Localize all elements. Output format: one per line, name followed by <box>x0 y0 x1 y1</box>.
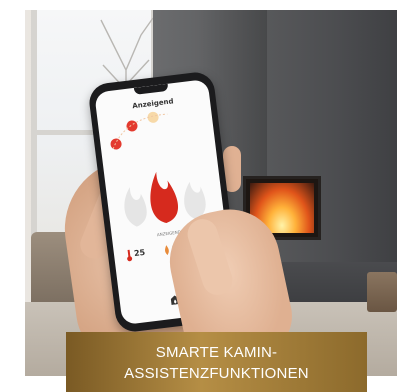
phone-notch <box>133 83 169 95</box>
banner-heading: SMARTE KAMIN- ASSISTENZFUNKTIONEN <box>66 342 367 384</box>
banner-line-2: ASSISTENZFUNKTIONEN <box>124 365 309 382</box>
thermometer-icon <box>127 249 133 262</box>
headline-banner: SMARTE KAMIN- ASSISTENZFUNKTIONEN <box>66 332 367 392</box>
hero-photo: Anzeigend ANZEIGEND 25 100 <box>25 10 397 376</box>
banner-line-1: SMARTE KAMIN- <box>155 344 278 361</box>
wood-basket <box>367 272 397 312</box>
arc-indicator <box>112 113 168 150</box>
stat-value: 25 <box>133 247 146 259</box>
